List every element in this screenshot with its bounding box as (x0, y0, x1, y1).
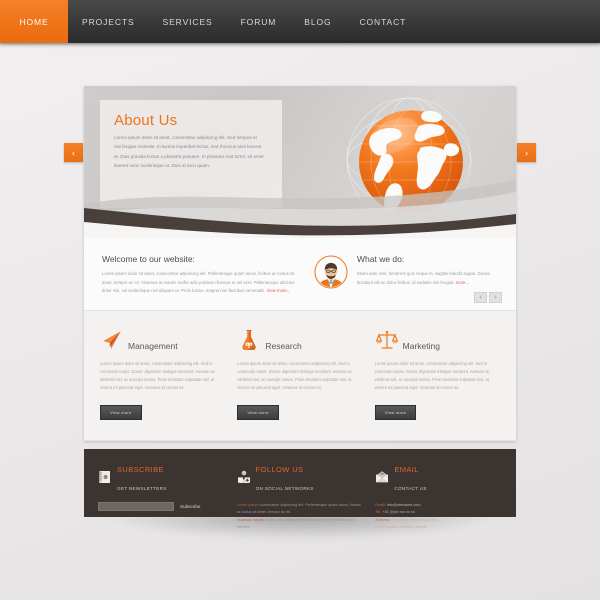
service-title: Marketing (402, 340, 440, 351)
chevron-left-icon: ‹ (479, 293, 482, 301)
service-text: Lorem ipsum dolor sit amet, consectetur … (374, 360, 490, 391)
footer-title: FOLLOW US (255, 465, 304, 474)
view-more-button[interactable]: View more (237, 404, 279, 420)
footer-heading: FOLLOW US ON SOCIAL NETWORKS (237, 459, 364, 495)
scales-icon (375, 328, 399, 352)
service-text: Lorem ipsum dolor sit amet, consectetur … (237, 360, 353, 391)
service-header: Management (100, 328, 225, 352)
whatwedo-text: Etiam ante velit, hendrerit quis neque i… (357, 271, 491, 285)
service-header: Research (237, 328, 362, 352)
envelope-icon (375, 470, 389, 484)
subscribe-form: Subscribe (98, 502, 225, 511)
site-footer: SUBSCRIBE GET NEWSLETTERS Subscribe FOLL… (84, 449, 516, 530)
footer-title: SUBSCRIBE (117, 465, 164, 474)
footer-subtitle: CONTACT US (394, 486, 427, 491)
whatwedo-heading: What we do: (357, 254, 405, 264)
nav-label: FORUM (240, 16, 277, 27)
view-more-button[interactable]: View more (374, 404, 417, 420)
service-text: Lorem ipsum dolor sit amet, consectetur … (100, 360, 215, 391)
welcome-heading: Welcome to our website: (102, 254, 195, 264)
nav-item-forum[interactable]: FORUM (227, 0, 291, 43)
services-section: Management Lorem ipsum dolor sit amet, c… (84, 310, 516, 441)
nav-item-contact[interactable]: CONTACT (346, 0, 421, 43)
hero-title: About Us (114, 112, 178, 129)
nav-label: HOME (19, 16, 49, 27)
service-card-research: Research Lorem ipsum dolor sit amet, con… (237, 328, 362, 420)
footer-follow-text: Lorem ipsum consectetur adipiscing elit.… (236, 503, 361, 530)
subscribe-button[interactable]: Subscribe (180, 504, 200, 509)
pager-next-button[interactable]: › (489, 291, 502, 303)
footer-heading-text: EMAIL CONTACT US (394, 459, 426, 495)
footer-subtitle: ON SOCIAL NETWORKS (255, 486, 314, 491)
footer-heading-text: FOLLOW US ON SOCIAL NETWORKS (256, 459, 314, 495)
main-navigation: HOME PROJECTS SERVICES FORUM BLOG CONTAC… (0, 0, 600, 46)
footer-contact-details: Email: info@sitename.com Tel: +31 (0)xx … (375, 502, 502, 532)
contact-row: 6000 Lobortis vehicula, Mauris (375, 525, 427, 530)
contact-row: Email: info@sitename.com (375, 503, 421, 507)
service-card-marketing: Marketing Lorem ipsum dolor sit amet, co… (374, 328, 500, 420)
chevron-right-icon: › (525, 147, 528, 158)
service-title: Management (128, 340, 178, 351)
slider-next-button[interactable]: › (517, 143, 536, 162)
contact-row: Tel: +31 (0)xx xxx xx xx (375, 510, 415, 515)
service-title: Research (265, 340, 302, 351)
chevron-right-icon: › (494, 293, 497, 301)
avatar (314, 255, 348, 289)
page-content-card: About Us Lorem ipsum dolor sit amet, con… (84, 86, 516, 441)
hero-description: Lorem ipsum dolor sit amet, consectetur … (114, 135, 264, 169)
nav-item-services[interactable]: SERVICES (149, 0, 227, 43)
welcome-pager: ‹ › (474, 291, 502, 303)
footer-heading: EMAIL CONTACT US (375, 459, 502, 495)
footer-subscribe-column: SUBSCRIBE GET NEWSLETTERS Subscribe (98, 459, 225, 511)
slider-prev-button[interactable]: ‹ (64, 143, 83, 162)
whatwedo-column: What we do: Etiam ante velit, hendrerit … (314, 254, 498, 296)
website-template-mockup: HOME PROJECTS SERVICES FORUM BLOG CONTAC… (0, 0, 600, 600)
footer-follow-column: FOLLOW US ON SOCIAL NETWORKS Lorem ipsum… (237, 459, 364, 530)
footer-title: EMAIL (394, 465, 419, 474)
nav-item-blog[interactable]: BLOG (290, 0, 345, 43)
service-header: Marketing (375, 328, 500, 352)
footer-email-column: EMAIL CONTACT US Email: info@sitename.co… (375, 459, 502, 530)
notebook-icon (98, 470, 112, 484)
footer-heading: SUBSCRIBE GET NEWSLETTERS (98, 459, 225, 495)
social-share-icon (237, 470, 251, 484)
service-card-management: Management Lorem ipsum dolor sit amet, c… (100, 328, 225, 420)
nav-item-projects[interactable]: PROJECTS (68, 0, 149, 43)
newsletter-email-input[interactable] (98, 502, 174, 511)
chevron-left-icon: ‹ (72, 147, 75, 158)
footer-subtitle: GET NEWSLETTERS (117, 486, 167, 491)
paper-plane-icon (100, 328, 124, 352)
hero-swoosh-graphic (84, 180, 516, 238)
contact-row: Address: Phasellus pellentesque litho, (375, 517, 440, 522)
nav-label: BLOG (304, 16, 332, 27)
welcome-more-link[interactable]: View more... (267, 288, 291, 293)
pager-prev-button[interactable]: ‹ (474, 291, 487, 303)
whatwedo-textblock: What we do: Etiam ante velit, hendrerit … (357, 254, 498, 296)
view-more-button[interactable]: View more (100, 404, 142, 420)
hero-slider: About Us Lorem ipsum dolor sit amet, con… (84, 86, 516, 238)
welcome-section: Welcome to our website: Lorem ipsum dolo… (84, 238, 516, 311)
welcome-text: Lorem ipsum dolor sit amet, consectetur … (102, 271, 295, 294)
nav-label: PROJECTS (82, 16, 135, 27)
flask-icon (237, 328, 261, 352)
nav-item-home[interactable]: HOME (0, 0, 68, 43)
footer-heading-text: SUBSCRIBE GET NEWSLETTERS (117, 459, 167, 495)
whatwedo-more-link[interactable]: more... (456, 280, 469, 285)
nav-label: CONTACT (359, 16, 407, 27)
welcome-column: Welcome to our website: Lorem ipsum dolo… (102, 254, 298, 296)
nav-label: SERVICES (162, 16, 213, 27)
